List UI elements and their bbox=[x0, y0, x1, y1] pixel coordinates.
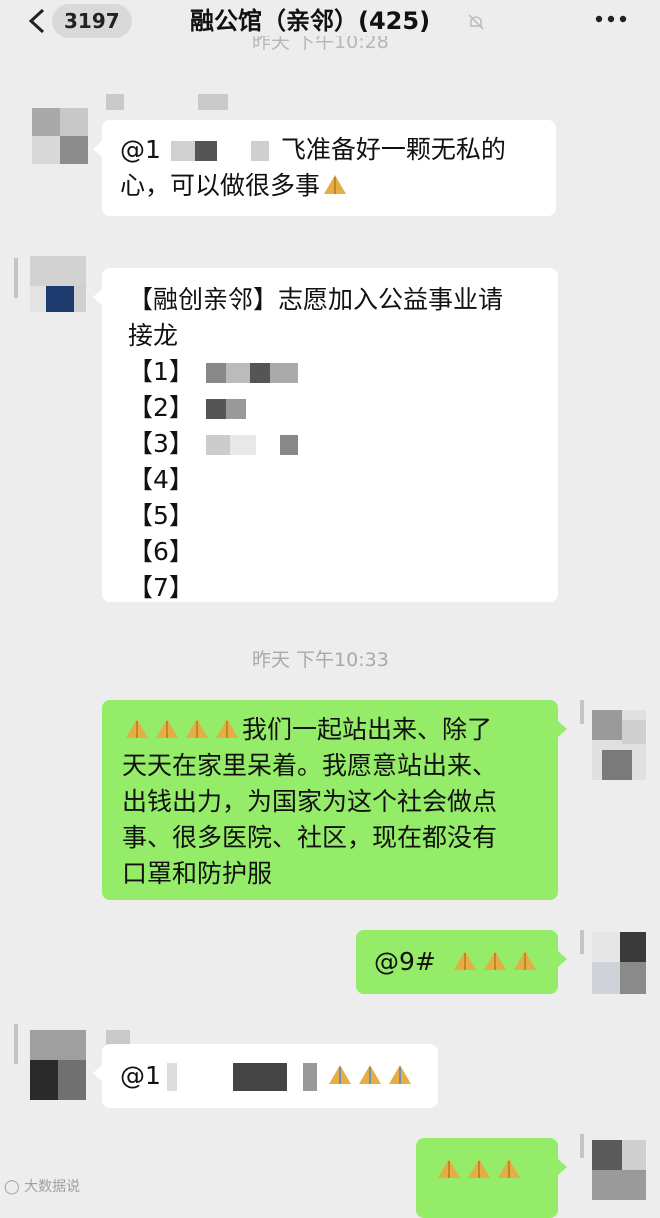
message-text: @1 bbox=[120, 1061, 161, 1090]
more-dots-icon[interactable] bbox=[594, 12, 628, 26]
blur-artifact bbox=[580, 1134, 584, 1158]
nickname-mosaic bbox=[106, 94, 124, 110]
list-title-line: 【融创亲邻】志愿加入公益事业请 bbox=[128, 285, 504, 314]
message-text: 事、很多医院、社区，现在都没有 bbox=[122, 823, 498, 852]
list-item: 【5】 bbox=[128, 501, 194, 530]
folded-hands-emoji bbox=[453, 951, 476, 970]
message-text: @9# bbox=[374, 947, 436, 976]
blur-artifact bbox=[580, 700, 584, 724]
avatar[interactable] bbox=[30, 1030, 86, 1100]
list-item: 【4】 bbox=[128, 465, 194, 494]
blur-artifact bbox=[14, 1024, 18, 1064]
message-text: 出钱出力，为国家为这个社会做点 bbox=[122, 787, 498, 816]
avatar[interactable] bbox=[32, 108, 88, 164]
watermark-text: 大数据说 bbox=[24, 1179, 81, 1195]
folded-hands-emoji bbox=[388, 1065, 411, 1084]
avatar[interactable] bbox=[592, 932, 646, 994]
message-bubble-self[interactable]: 我们一起站出来、除了 天天在家里呆着。我愿意站出来、 出钱出力，为国家为这个社会… bbox=[102, 700, 567, 900]
message-bubble[interactable]: 【融创亲邻】志愿加入公益事业请 接龙 【1】 【2】 【3】 【4】 【5】 【… bbox=[93, 268, 558, 602]
watermark: ◯ 大数据说 bbox=[4, 1176, 80, 1196]
time-separator-cut: 昨天 下午10:28 bbox=[252, 36, 389, 53]
mention-mosaic bbox=[166, 1063, 317, 1091]
folded-hands-emoji bbox=[216, 719, 238, 738]
avatar[interactable] bbox=[592, 1140, 646, 1200]
message-bubble[interactable]: @1 bbox=[93, 1044, 438, 1108]
message-bubble-self[interactable] bbox=[416, 1138, 567, 1218]
emoji-group bbox=[325, 1061, 415, 1090]
list-item: 【7】 bbox=[128, 573, 194, 602]
folded-hands-emoji bbox=[483, 951, 506, 970]
nickname-mosaic bbox=[198, 94, 228, 110]
message-text: 心，可以做很多事 bbox=[120, 171, 321, 200]
avatar[interactable] bbox=[30, 256, 86, 312]
folded-hands-emoji bbox=[438, 1159, 460, 1178]
folded-hands-emoji bbox=[513, 951, 536, 970]
folded-hands-emoji bbox=[358, 1065, 381, 1084]
mention-mosaic bbox=[160, 141, 281, 161]
list-item: 【3】 bbox=[128, 429, 194, 458]
blur-artifact bbox=[14, 258, 18, 298]
mute-bell-icon bbox=[468, 14, 484, 30]
message-text: 飞准备好一颗无私的 bbox=[280, 135, 506, 164]
list-title-line: 接龙 bbox=[128, 321, 179, 350]
emoji-group bbox=[122, 715, 242, 744]
back-chevron-icon[interactable] bbox=[26, 8, 48, 34]
emoji-group bbox=[434, 1155, 524, 1184]
message-text: 口罩和防护服 bbox=[122, 859, 273, 888]
message-text: @1 bbox=[120, 135, 161, 164]
name-mosaic bbox=[205, 435, 298, 455]
folded-hands-emoji bbox=[328, 1065, 351, 1084]
message-text: 天天在家里呆着。我愿意站出来、 bbox=[122, 751, 498, 780]
name-mosaic bbox=[205, 363, 298, 383]
folded-hands-emoji bbox=[186, 719, 208, 738]
message-bubble[interactable]: @1 飞准备好一颗无私的 心，可以做很多事 bbox=[93, 120, 556, 216]
list-item: 【2】 bbox=[128, 393, 194, 422]
time-separator: 昨天 下午10:33 bbox=[252, 649, 389, 671]
avatar[interactable] bbox=[592, 710, 646, 780]
blur-artifact bbox=[580, 930, 584, 954]
watermark-logo-icon: ◯ bbox=[4, 1179, 20, 1195]
folded-hands-emoji bbox=[498, 1159, 520, 1178]
unread-count-badge[interactable]: 3197 bbox=[52, 4, 132, 38]
list-item: 【1】 bbox=[128, 357, 194, 386]
chat-title[interactable]: 融公馆（亲邻）(425) bbox=[190, 4, 430, 38]
folded-hands-emoji bbox=[126, 719, 148, 738]
folded-hands-emoji bbox=[324, 175, 347, 194]
message-text: 我们一起站出来、除了 bbox=[242, 715, 493, 744]
list-item: 【6】 bbox=[128, 537, 194, 566]
emoji-group bbox=[450, 947, 540, 976]
message-bubble-self[interactable]: @9# bbox=[356, 930, 567, 994]
folded-hands-emoji bbox=[156, 719, 178, 738]
folded-hands-emoji bbox=[468, 1159, 490, 1178]
name-mosaic bbox=[205, 399, 246, 419]
